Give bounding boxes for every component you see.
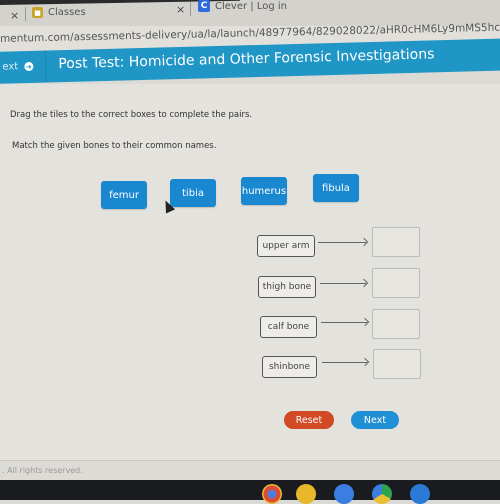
instruction-text: Drag the tiles to the correct boxes to c…: [10, 110, 253, 120]
close-tab-icon[interactable]: ×: [176, 3, 185, 16]
header-divider: [44, 50, 47, 83]
drop-box-shinbone[interactable]: [373, 349, 421, 379]
copyright-text: . All rights reserved.: [2, 466, 83, 475]
pair-label-shinbone: shinbone: [262, 356, 317, 378]
arrow-icon: [320, 283, 366, 284]
reset-button[interactable]: Reset: [284, 411, 334, 429]
tile-femur[interactable]: femur: [101, 181, 147, 209]
arrow-right-circle-icon: ➜: [24, 61, 34, 72]
next-button[interactable]: Next: [351, 411, 399, 429]
clever-icon: C: [198, 0, 210, 12]
pair-label-upper-arm: upper arm: [257, 235, 315, 257]
pair-label-calf-bone: calf bone: [260, 316, 317, 338]
question-area: Drag the tiles to the correct boxes to c…: [0, 84, 500, 460]
header-next-link[interactable]: ext ➜: [2, 61, 34, 73]
arrow-icon: [321, 322, 367, 323]
arrow-icon: [322, 362, 367, 363]
drop-box-calf-bone[interactable]: [372, 309, 420, 339]
tab-clever[interactable]: C Clever | Log in: [198, 0, 287, 12]
pair-label-thigh-bone: thigh bone: [258, 276, 316, 298]
page-footer: . All rights reserved.: [0, 460, 500, 481]
drop-box-thigh-bone[interactable]: [372, 268, 420, 298]
tile-tibia[interactable]: tibia: [170, 179, 216, 207]
docs-icon[interactable]: [334, 484, 354, 504]
close-tab-icon[interactable]: ×: [10, 9, 19, 22]
prompt-text: Match the given bones to their common na…: [12, 141, 217, 151]
tile-fibula[interactable]: fibula: [313, 174, 359, 202]
tab-separator: [190, 2, 191, 16]
drive-icon[interactable]: [372, 484, 392, 504]
files-icon[interactable]: [296, 484, 316, 504]
os-shelf: [0, 480, 500, 504]
header-next-label: ext: [2, 61, 19, 73]
tab-classes[interactable]: ■ Classes: [32, 7, 86, 18]
tab-label: Classes: [48, 7, 86, 18]
page-title: Post Test: Homicide and Other Forensic I…: [58, 46, 435, 73]
chrome-icon[interactable]: [262, 484, 282, 504]
drop-box-upper-arm[interactable]: [372, 227, 420, 257]
browser-tab-strip: × ■ Classes × C Clever | Log in: [0, 0, 500, 26]
google-classroom-icon: ■: [32, 7, 43, 18]
tab-label: Clever | Log in: [215, 0, 287, 12]
arrow-icon: [318, 242, 366, 243]
tab-separator: [25, 7, 26, 21]
app-icon[interactable]: [410, 484, 430, 504]
tile-humerus[interactable]: humerus: [241, 177, 287, 205]
